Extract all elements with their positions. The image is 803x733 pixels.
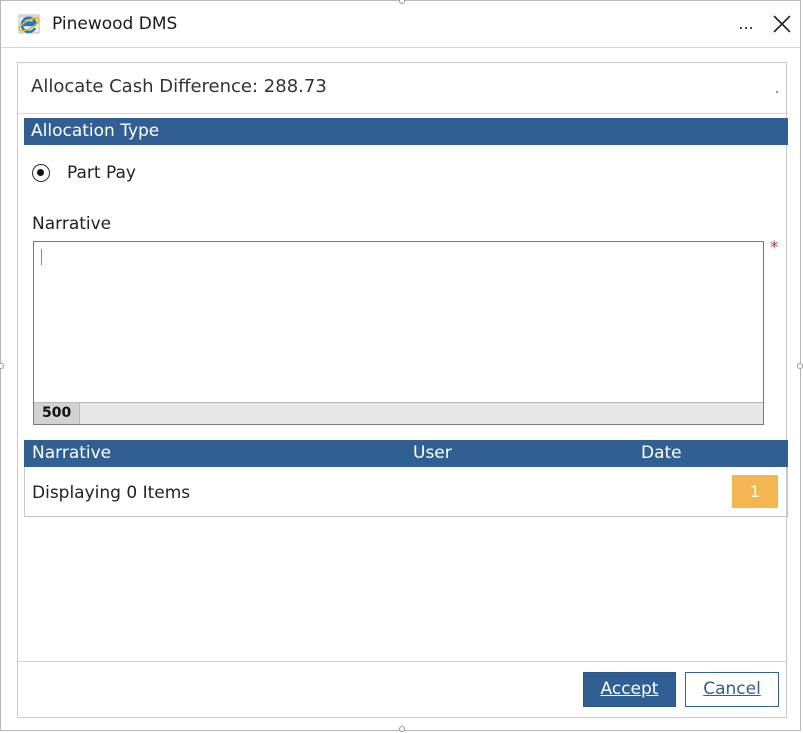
window-title: Pinewood DMS	[52, 14, 178, 34]
allocate-cash-panel: Allocate Cash Difference: 288.73 Allocat…	[17, 62, 788, 718]
column-header-narrative[interactable]: Narrative	[32, 440, 111, 467]
required-indicator: *	[770, 238, 779, 258]
resize-handle-left[interactable]	[0, 363, 4, 369]
header-dot	[776, 91, 778, 93]
column-header-date[interactable]: Date	[641, 440, 682, 467]
remaining-characters: 500	[34, 403, 80, 424]
text-caret	[41, 249, 42, 265]
narrative-label: Narrative	[32, 214, 112, 234]
radio-button-selected-icon[interactable]	[32, 164, 50, 182]
dialog-window: Pinewood DMS ... Allocate Cash Differenc…	[0, 0, 803, 732]
radio-part-pay-label[interactable]: Part Pay	[67, 163, 136, 183]
narrative-textarea[interactable]	[34, 242, 763, 401]
footer-divider	[18, 661, 786, 662]
character-counter-bar: 500	[34, 402, 763, 424]
column-header-user[interactable]: User	[413, 440, 452, 467]
resize-handle-bottom[interactable]	[399, 726, 405, 732]
difference-header: Allocate Cash Difference: 288.73	[18, 63, 786, 114]
narrative-field[interactable]: 500	[33, 241, 764, 425]
narrative-history-grid: Narrative User Date Displaying 0 Items 1	[24, 440, 788, 517]
page-button-1[interactable]: 1	[732, 475, 778, 508]
grid-status-text: Displaying 0 Items	[32, 483, 191, 503]
cash-difference-label: Allocate Cash Difference: 288.73	[31, 76, 327, 97]
grid-header-row: Narrative User Date	[24, 440, 788, 467]
close-icon[interactable]	[767, 9, 797, 39]
resize-handle-right[interactable]	[797, 363, 803, 369]
title-bar[interactable]: Pinewood DMS ...	[1, 1, 800, 48]
allocation-type-header: Allocation Type	[24, 118, 788, 145]
radio-dot	[37, 169, 44, 176]
cancel-button[interactable]: Cancel	[685, 672, 779, 707]
more-options-button[interactable]: ...	[734, 11, 758, 37]
accept-button[interactable]: Accept	[583, 672, 676, 707]
internet-explorer-icon	[18, 14, 40, 34]
